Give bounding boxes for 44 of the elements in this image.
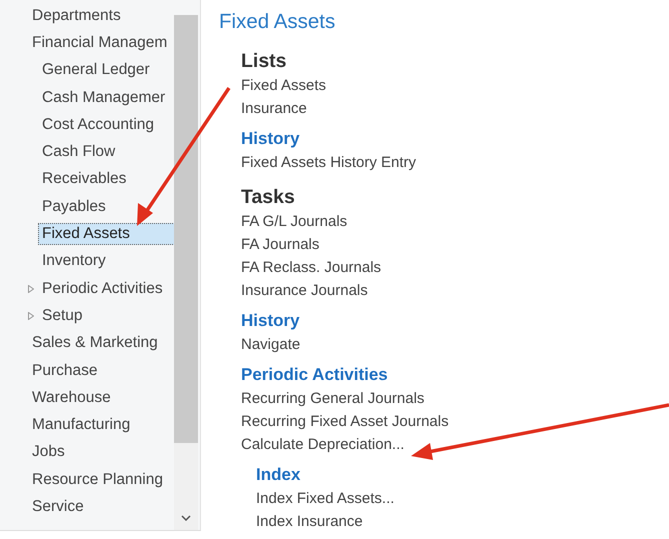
- nav-item[interactable]: Inventory: [38, 250, 110, 272]
- nav-item[interactable]: Cash Managemer: [38, 86, 170, 109]
- nav-item[interactable]: Receivables: [38, 168, 130, 190]
- nav-item[interactable]: Resource Planning: [28, 468, 167, 491]
- nav-item[interactable]: Payables: [38, 196, 110, 218]
- action-link[interactable]: Recurring Fixed Asset Journals: [241, 413, 449, 430]
- action-link[interactable]: Index Insurance: [256, 513, 363, 530]
- subgroup-heading: Index: [256, 464, 302, 486]
- action-link[interactable]: FA Journals: [241, 236, 320, 253]
- group-heading: Tasks: [241, 185, 296, 210]
- nav-item[interactable]: Financial Managem: [28, 32, 172, 54]
- action-link[interactable]: Index Fixed Assets...: [256, 490, 394, 507]
- nav-item[interactable]: Warehouse: [28, 386, 115, 409]
- action-link[interactable]: FA G/L Journals: [241, 213, 348, 230]
- action-link[interactable]: Recurring General Journals: [241, 390, 424, 407]
- action-link[interactable]: Fixed Assets: [241, 77, 326, 94]
- nav-item[interactable]: Purchase: [28, 360, 102, 382]
- action-link[interactable]: FA Reclass. Journals: [241, 259, 382, 276]
- action-link[interactable]: Navigate: [241, 336, 300, 353]
- page-title: Fixed Assets: [219, 10, 336, 34]
- subgroup-heading: Periodic Activities: [241, 364, 389, 386]
- subgroup-heading: History: [241, 310, 301, 332]
- nav-item[interactable]: Cash Flow: [38, 141, 120, 164]
- nav-item[interactable]: Periodic Activities: [38, 278, 167, 300]
- action-link[interactable]: Fixed Assets History Entry: [241, 154, 416, 171]
- scrollbar-thumb[interactable]: [174, 15, 198, 443]
- nav-item[interactable]: Service: [28, 496, 88, 518]
- action-link[interactable]: Insurance: [241, 100, 307, 117]
- expand-icon[interactable]: [28, 312, 34, 320]
- action-link[interactable]: Calculate Depreciation...: [241, 436, 404, 453]
- subgroup-heading: History: [241, 128, 301, 150]
- nav-item[interactable]: Jobs: [28, 441, 69, 464]
- nav-item[interactable]: Fixed Assets: [38, 223, 174, 246]
- action-link[interactable]: Insurance Journals: [241, 282, 368, 299]
- nav-item[interactable]: Departments: [28, 4, 125, 27]
- nav-item[interactable]: Cost Accounting: [38, 114, 158, 136]
- expand-icon[interactable]: [28, 284, 34, 293]
- scroll-down-icon[interactable]: [181, 515, 191, 521]
- nav-item[interactable]: Sales & Marketing: [28, 332, 162, 354]
- nav-item[interactable]: General Ledger: [38, 59, 154, 82]
- scrollbar[interactable]: [174, 15, 198, 530]
- nav-item[interactable]: Manufacturing: [28, 414, 134, 436]
- nav-item[interactable]: Setup: [38, 304, 87, 327]
- group-heading: Lists: [241, 49, 288, 74]
